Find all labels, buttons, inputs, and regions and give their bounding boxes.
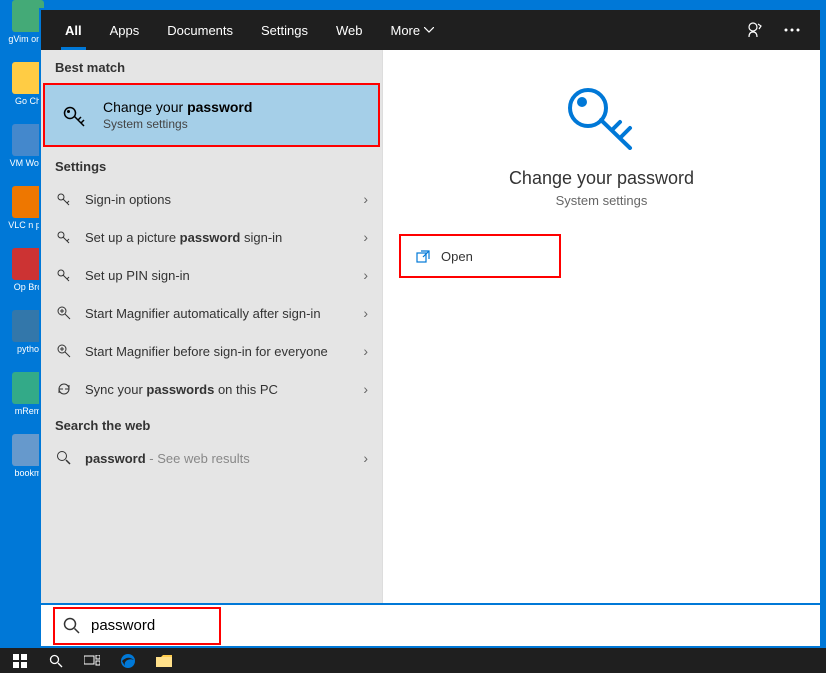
tabs-bar: All Apps Documents Settings Web More [41, 10, 820, 50]
result-label: Start Magnifier automatically after sign… [85, 306, 351, 321]
open-icon [415, 248, 431, 264]
result-label: Set up PIN sign-in [85, 268, 351, 283]
key-icon [55, 228, 73, 246]
open-label: Open [441, 249, 473, 264]
key-icon [55, 266, 73, 284]
file-explorer-button[interactable] [146, 648, 182, 673]
more-options-icon[interactable] [774, 28, 810, 32]
start-button[interactable] [2, 648, 38, 673]
sync-icon [55, 380, 73, 398]
tab-apps[interactable]: Apps [96, 10, 154, 50]
key-icon [554, 78, 650, 150]
chevron-right-icon: › [363, 191, 368, 207]
result-web-search[interactable]: password - See web results › [41, 439, 382, 477]
chevron-right-icon: › [363, 343, 368, 359]
result-label: Start Magnifier before sign-in for every… [85, 344, 351, 359]
best-match-title: Change your password [103, 99, 252, 115]
result-signin-options[interactable]: Sign-in options › [41, 180, 382, 218]
settings-header: Settings [41, 149, 382, 180]
magnifier-icon [55, 304, 73, 322]
search-button[interactable] [38, 648, 74, 673]
tab-documents[interactable]: Documents [153, 10, 247, 50]
magnifier-icon [55, 342, 73, 360]
result-label: Set up a picture password sign-in [85, 230, 351, 245]
open-button[interactable]: Open [399, 234, 561, 278]
feedback-icon[interactable] [736, 21, 774, 39]
result-label: Sync your passwords on this PC [85, 382, 351, 397]
chevron-right-icon: › [363, 229, 368, 245]
search-body: Best match Change your password System s… [41, 50, 820, 603]
result-sync-passwords[interactable]: Sync your passwords on this PC › [41, 370, 382, 408]
result-label: password - See web results [85, 451, 351, 466]
chevron-right-icon: › [363, 305, 368, 321]
search-input[interactable] [91, 617, 211, 634]
tab-settings[interactable]: Settings [247, 10, 322, 50]
results-panel: Best match Change your password System s… [41, 50, 383, 603]
search-icon [63, 617, 81, 635]
result-picture-password[interactable]: Set up a picture password sign-in › [41, 218, 382, 256]
tab-more[interactable]: More [377, 10, 449, 50]
detail-subtitle: System settings [556, 193, 648, 208]
taskbar [0, 648, 826, 673]
tab-web[interactable]: Web [322, 10, 377, 50]
detail-title: Change your password [509, 168, 694, 189]
result-label: Sign-in options [85, 192, 351, 207]
chevron-right-icon: › [363, 267, 368, 283]
task-view-button[interactable] [74, 648, 110, 673]
key-icon [55, 190, 73, 208]
detail-panel: Change your password System settings Ope… [383, 50, 820, 603]
result-magnifier-auto[interactable]: Start Magnifier automatically after sign… [41, 294, 382, 332]
best-match-item[interactable]: Change your password System settings [43, 83, 380, 147]
result-pin-signin[interactable]: Set up PIN sign-in › [41, 256, 382, 294]
best-match-header: Best match [41, 50, 382, 81]
chevron-down-icon [424, 27, 434, 33]
result-magnifier-before[interactable]: Start Magnifier before sign-in for every… [41, 332, 382, 370]
search-panel: All Apps Documents Settings Web More Bes… [39, 8, 822, 648]
search-web-header: Search the web [41, 408, 382, 439]
key-icon [61, 101, 89, 129]
edge-browser-button[interactable] [110, 648, 146, 673]
best-match-subtitle: System settings [103, 117, 252, 131]
chevron-right-icon: › [363, 450, 368, 466]
search-icon [55, 449, 73, 467]
search-box-row [41, 603, 820, 646]
tab-all[interactable]: All [51, 10, 96, 50]
chevron-right-icon: › [363, 381, 368, 397]
